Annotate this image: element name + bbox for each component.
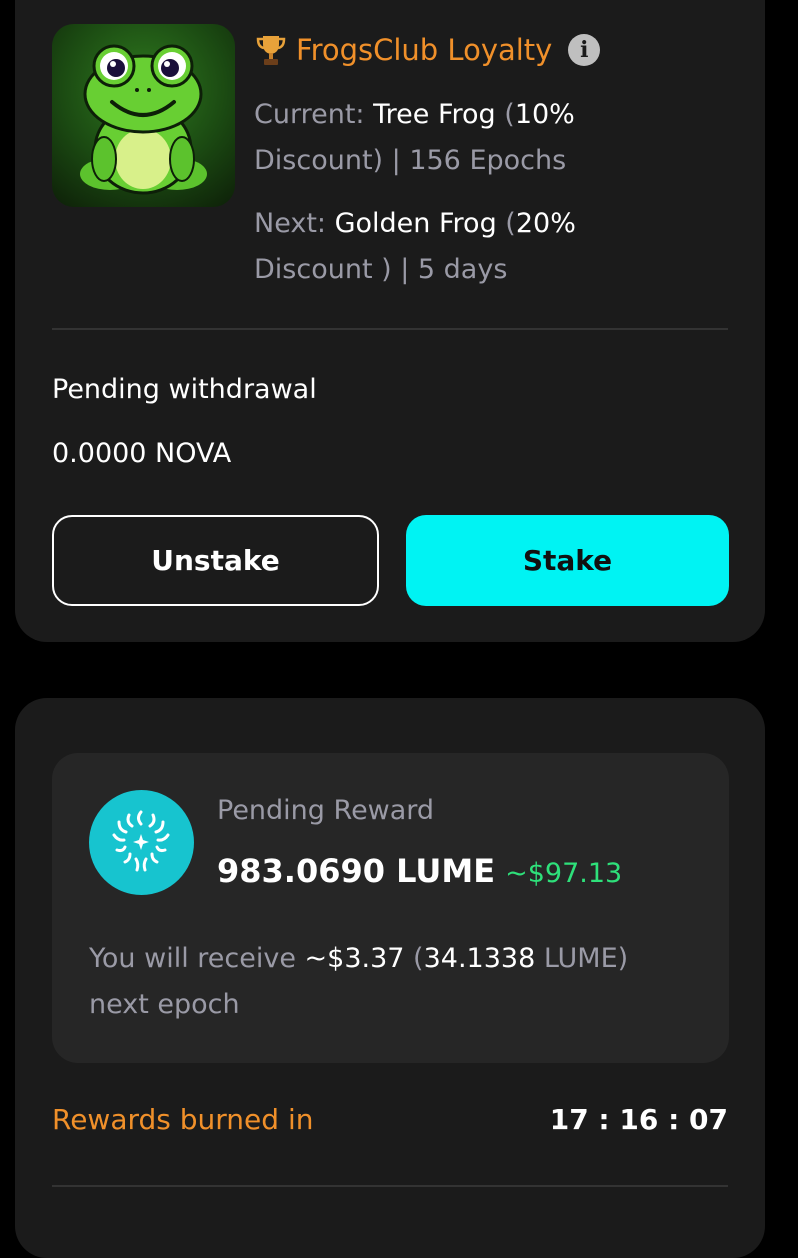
next-paren: ( bbox=[496, 208, 516, 239]
lume-logo-icon bbox=[89, 790, 194, 895]
unstake-button[interactable]: Unstake bbox=[52, 515, 379, 606]
stake-button[interactable]: Stake bbox=[406, 515, 729, 606]
pending-reward-label: Pending Reward bbox=[217, 795, 435, 826]
current-tier-line: Current: Tree Frog (10% Discount) | 156 … bbox=[254, 92, 575, 184]
receive-usd: ~$3.37 bbox=[304, 943, 405, 974]
next-tier-line: Next: Golden Frog (20% Discount ) | 5 da… bbox=[254, 201, 576, 293]
current-paren: ( bbox=[495, 99, 515, 130]
trophy-icon bbox=[256, 36, 286, 65]
rewards-burned-label: Rewards burned in bbox=[52, 1103, 314, 1136]
pending-reward-amount-row: 983.0690 LUME ~$97.13 bbox=[217, 852, 622, 890]
receive-unit: LUME) bbox=[535, 943, 629, 974]
pending-reward-usd: ~$97.13 bbox=[505, 858, 623, 889]
next-discount: 20% bbox=[515, 208, 576, 239]
receive-amount: 34.1338 bbox=[423, 943, 536, 974]
current-tier: Tree Frog bbox=[373, 99, 496, 130]
frogsclub-avatar bbox=[52, 24, 235, 207]
receive-suffix: next epoch bbox=[89, 989, 240, 1020]
next-prefix: Next: bbox=[254, 208, 326, 239]
pending-withdrawal-value: 0.0000 NOVA bbox=[52, 438, 232, 469]
divider bbox=[52, 1185, 728, 1187]
next-details: Discount ) | 5 days bbox=[254, 254, 508, 285]
info-icon[interactable]: i bbox=[568, 34, 601, 66]
current-discount: 10% bbox=[514, 99, 575, 130]
receive-prefix: You will receive bbox=[89, 943, 305, 974]
divider bbox=[52, 328, 728, 330]
pending-reward-amount: 983.0690 LUME bbox=[217, 852, 496, 890]
next-tier: Golden Frog bbox=[334, 208, 497, 239]
loyalty-title-text: FrogsClub Loyalty bbox=[296, 33, 553, 67]
receive-paren: ( bbox=[404, 943, 424, 974]
burn-countdown: 17 : 16 : 07 bbox=[549, 1103, 728, 1136]
current-prefix: Current: bbox=[254, 99, 365, 130]
loyalty-title: FrogsClub Loyalty i bbox=[256, 30, 601, 70]
pending-withdrawal-label: Pending withdrawal bbox=[52, 374, 317, 405]
next-epoch-receive: You will receive ~$3.37 (34.1338 LUME) n… bbox=[89, 936, 709, 1028]
current-details: Discount) | 156 Epochs bbox=[254, 145, 567, 176]
